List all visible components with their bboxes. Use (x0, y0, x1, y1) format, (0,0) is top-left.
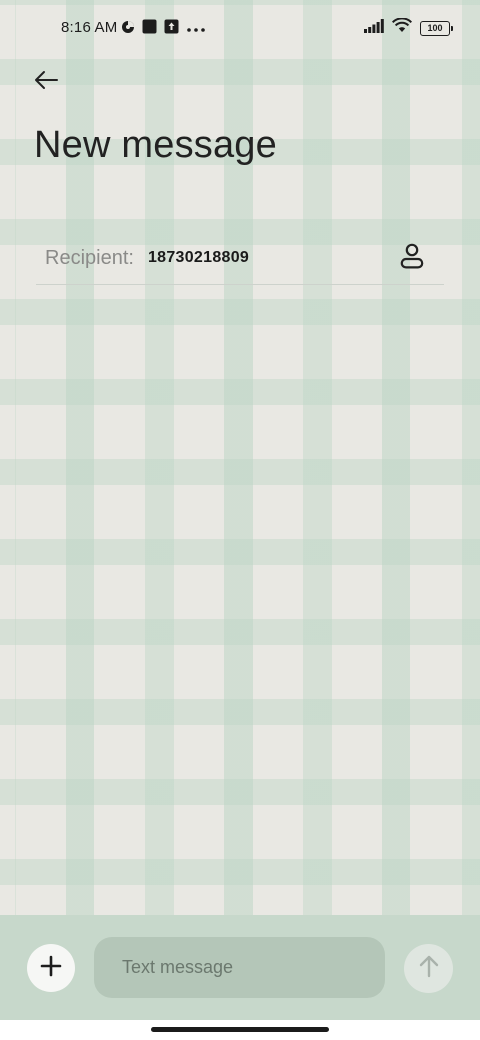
person-icon (400, 243, 424, 274)
wifi-icon (391, 17, 413, 38)
status-system-icons: 100 (364, 17, 453, 38)
more-dots-icon (186, 20, 206, 38)
send-button[interactable] (404, 944, 453, 993)
data-saver-icon (121, 20, 135, 39)
back-button[interactable] (26, 62, 66, 102)
upload-icon (164, 19, 179, 39)
add-attachment-button[interactable] (27, 944, 75, 992)
recipient-row[interactable]: Recipient: 18730218809 (36, 232, 444, 285)
recipient-value[interactable]: 18730218809 (148, 249, 249, 267)
arrow-up-icon (418, 954, 440, 983)
signal-icon (364, 18, 384, 38)
navigation-bar (0, 1020, 480, 1040)
battery-icon: 100 (420, 20, 453, 36)
status-time: 8:16 AM (61, 19, 118, 36)
message-input[interactable] (94, 937, 385, 998)
home-indicator[interactable] (151, 1027, 329, 1032)
recipient-label: Recipient: (45, 246, 134, 269)
plus-icon (40, 955, 62, 982)
message-composer (0, 915, 480, 1020)
status-notification-icons (121, 19, 206, 39)
arrow-left-icon (33, 70, 59, 95)
status-bar: 8:16 AM 100 (0, 0, 480, 56)
contact-picker-button[interactable] (394, 240, 430, 276)
page-title: New message (34, 124, 277, 166)
notification-square-icon (142, 19, 157, 39)
